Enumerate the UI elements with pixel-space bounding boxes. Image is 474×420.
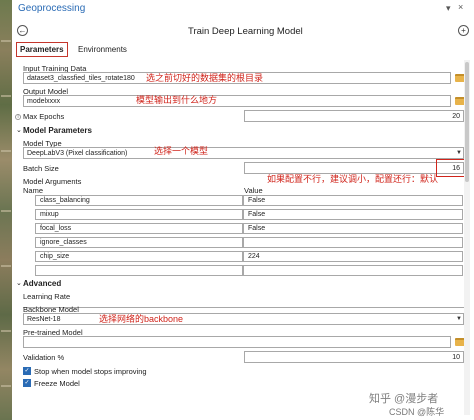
max-epochs-label: Max Epochs [23, 112, 65, 121]
argument-value-cell[interactable]: False [243, 195, 463, 206]
argument-value-cell[interactable] [243, 265, 463, 276]
annotation-backbone: 选择网络的backbone [99, 314, 184, 324]
stop-improving-checkbox[interactable]: ✓ [23, 367, 31, 375]
freeze-model-checkbox[interactable]: ✓ [23, 379, 31, 387]
freeze-model-label: Freeze Model [34, 379, 80, 388]
output-model-field[interactable]: modelxxxx [23, 95, 451, 107]
batch-size-highlight [436, 159, 467, 177]
pin-icon[interactable]: ▾ [446, 3, 451, 14]
advanced-header[interactable]: Advanced [23, 279, 61, 288]
model-arguments-label: Model Arguments [23, 177, 82, 186]
argument-value-cell[interactable]: False [243, 223, 463, 234]
tab-strip: Parameters Environments [16, 40, 466, 58]
geoprocessing-pane: Geoprocessing ▾ × ← Train Deep Learning … [12, 0, 474, 420]
argument-value-cell[interactable]: False [243, 209, 463, 220]
max-epochs-field[interactable]: 20 [244, 110, 464, 122]
tool-header: ← Train Deep Learning Model + [12, 20, 474, 40]
collapse-chevron-icon[interactable]: ⌄ [16, 279, 22, 287]
learning-rate-field[interactable] [23, 300, 464, 308]
annotation-input-data: 选之前切好的数据集的根目录 [146, 73, 264, 83]
collapse-chevron-icon[interactable]: ⌄ [16, 126, 22, 134]
backbone-model-select[interactable]: ResNet-18 [23, 313, 464, 325]
tab-parameters[interactable]: Parameters [16, 42, 68, 57]
annotation-output-model: 模型输出到什么地方 [136, 95, 218, 105]
argument-name-cell[interactable]: chip_size [35, 251, 243, 262]
tool-title: Train Deep Learning Model [188, 26, 303, 37]
add-icon[interactable]: + [458, 25, 469, 36]
argument-value-cell[interactable]: 224 [243, 251, 463, 262]
argument-name-cell[interactable]: ignore_classes [35, 237, 243, 248]
model-parameters-header[interactable]: Model Parameters [23, 126, 92, 135]
watermark-zhihu: 知乎 @漫步者 [369, 393, 439, 405]
validation-field[interactable]: 10 [244, 351, 464, 363]
title-bar: Geoprocessing ▾ × [12, 0, 474, 19]
chevron-down-icon[interactable]: ▼ [456, 150, 462, 156]
validation-label: Validation % [23, 353, 65, 362]
tab-environments[interactable]: Environments [74, 42, 131, 57]
pretrained-model-field[interactable] [23, 336, 451, 348]
pane-title: Geoprocessing [18, 3, 86, 14]
info-icon[interactable]: i [15, 114, 21, 120]
annotation-batch-size: 如果配置不行，建议调小，配置还行：默认 [267, 174, 439, 184]
chevron-down-icon[interactable]: ▼ [456, 316, 462, 322]
vertical-scrollbar[interactable] [464, 60, 470, 415]
stop-improving-label: Stop when model stops improving [34, 367, 147, 376]
annotation-model-type: 选择一个模型 [154, 146, 209, 156]
batch-size-label: Batch Size [23, 164, 59, 173]
scrollbar-thumb[interactable] [465, 62, 469, 182]
argument-name-cell[interactable]: mixup [35, 209, 243, 220]
map-background-strip [0, 0, 12, 420]
watermark-csdn: CSDN @陈华 [389, 407, 445, 417]
grid-header-name: Name [23, 186, 44, 195]
argument-name-cell[interactable]: class_balancing [35, 195, 243, 206]
model-type-select[interactable]: DeepLabV3 (Pixel classification) [23, 147, 464, 159]
argument-name-cell[interactable]: focal_loss [35, 223, 243, 234]
grid-header-value: Value [244, 186, 263, 195]
close-icon[interactable]: × [458, 2, 463, 12]
argument-name-cell[interactable] [35, 265, 243, 276]
back-arrow-icon[interactable]: ← [17, 25, 28, 36]
argument-value-cell[interactable] [243, 237, 463, 248]
